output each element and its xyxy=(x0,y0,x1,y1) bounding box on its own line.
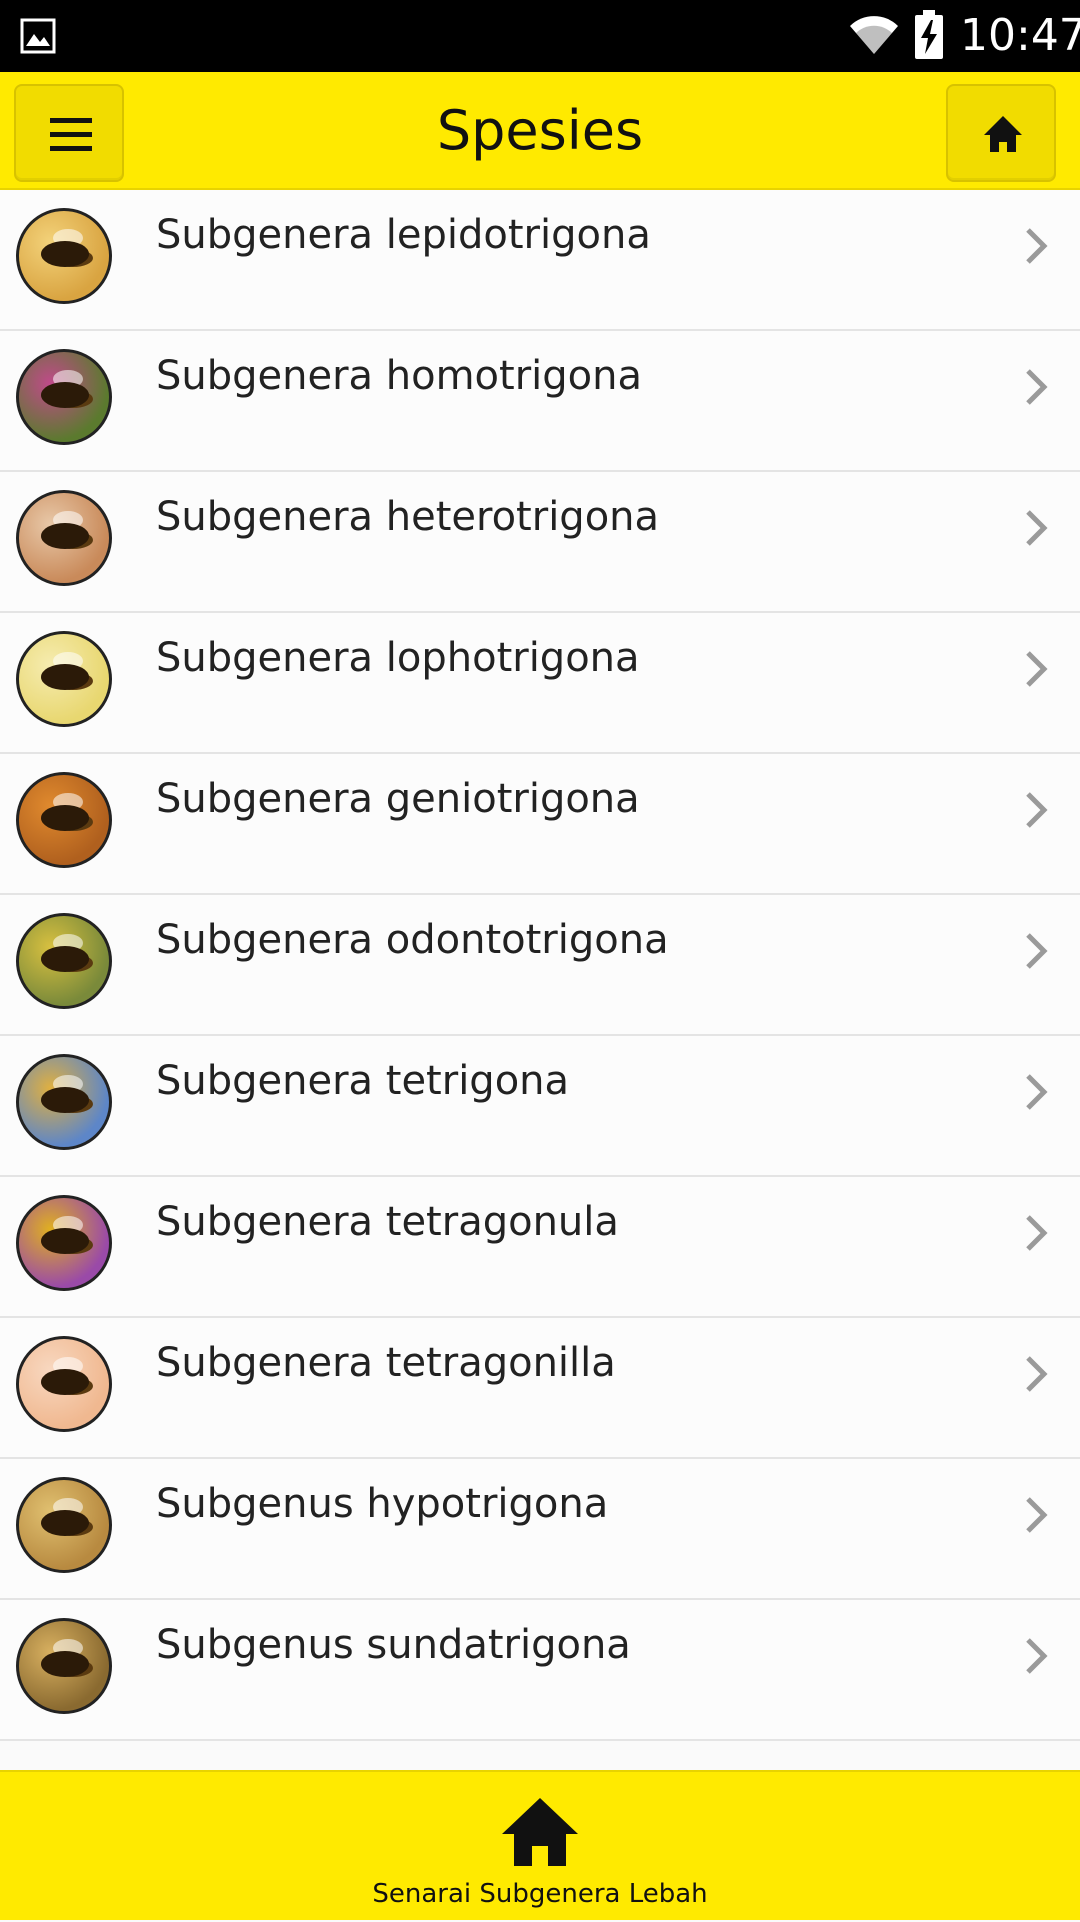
species-label: Subgenera lepidotrigona xyxy=(156,212,651,258)
chevron-right-icon xyxy=(1026,792,1048,828)
species-thumbnail xyxy=(16,1336,112,1432)
wifi-icon xyxy=(850,16,898,54)
chevron-right-icon xyxy=(1026,933,1048,969)
home-button[interactable] xyxy=(946,84,1056,182)
chevron-right-icon xyxy=(1026,1638,1048,1674)
battery-charging-icon xyxy=(915,10,943,59)
species-thumbnail xyxy=(16,1618,112,1714)
chevron-right-icon xyxy=(1026,1074,1048,1110)
species-label: Subgenera odontotrigona xyxy=(156,917,669,963)
species-thumbnail xyxy=(16,349,112,445)
species-thumbnail xyxy=(16,490,112,586)
species-thumbnail xyxy=(16,1477,112,1573)
chevron-right-icon xyxy=(1026,651,1048,687)
species-label: Subgenera heterotrigona xyxy=(156,494,660,540)
gallery-icon xyxy=(20,18,56,54)
species-list: Subgenera lepidotrigona Subgenera homotr… xyxy=(0,190,1080,1770)
species-label: Subgenera tetragonula xyxy=(156,1199,619,1245)
list-item[interactable]: Subgenera heterotrigona xyxy=(0,472,1080,613)
chevron-right-icon xyxy=(1026,510,1048,546)
list-item[interactable]: Subgenera geniotrigona xyxy=(0,754,1080,895)
species-thumbnail xyxy=(16,913,112,1009)
tab-label: Senarai Subgenera Lebah xyxy=(372,1879,708,1909)
status-clock: 10:47 xyxy=(960,10,1080,61)
list-item[interactable]: Subgenera lophotrigona xyxy=(0,613,1080,754)
list-item[interactable]: Subgenera tetragonilla xyxy=(0,1318,1080,1459)
species-thumbnail xyxy=(16,208,112,304)
list-item[interactable]: Subgenera tetragonula xyxy=(0,1177,1080,1318)
home-icon xyxy=(502,1798,578,1866)
chevron-right-icon xyxy=(1026,1215,1048,1251)
species-label: Subgenera geniotrigona xyxy=(156,776,640,822)
species-label: Subgenus hypotrigona xyxy=(156,1481,609,1527)
app-header: Spesies xyxy=(0,72,1080,190)
chevron-right-icon xyxy=(1026,1356,1048,1392)
list-item[interactable]: Subgenera odontotrigona xyxy=(0,895,1080,1036)
species-label: Subgenera tetrigona xyxy=(156,1058,570,1104)
species-label: Subgenus sundatrigona xyxy=(156,1622,631,1668)
species-label: Subgenera homotrigona xyxy=(156,353,642,399)
species-thumbnail xyxy=(16,1195,112,1291)
species-label: Subgenera lophotrigona xyxy=(156,635,640,681)
chevron-right-icon xyxy=(1026,1497,1048,1533)
list-item[interactable]: Subgenera lepidotrigona xyxy=(0,190,1080,331)
home-icon xyxy=(984,116,1022,152)
species-thumbnail xyxy=(16,1054,112,1150)
hamburger-menu-icon xyxy=(50,118,92,151)
bottom-bar: Senarai Subgenera Lebah xyxy=(0,1770,1080,1920)
species-thumbnail xyxy=(16,631,112,727)
species-thumbnail xyxy=(16,772,112,868)
page-title: Spesies xyxy=(436,99,644,162)
chevron-right-icon xyxy=(1026,228,1048,264)
subgenera-list-tab[interactable]: Senarai Subgenera Lebah xyxy=(340,1772,740,1922)
list-item[interactable]: Subgenera homotrigona xyxy=(0,331,1080,472)
menu-button[interactable] xyxy=(14,84,124,182)
list-item[interactable]: Subgenera tetrigona xyxy=(0,1036,1080,1177)
list-item[interactable]: Subgenus sundatrigona xyxy=(0,1600,1080,1741)
status-bar: 10:47 xyxy=(0,0,1080,72)
chevron-right-icon xyxy=(1026,369,1048,405)
species-label: Subgenera tetragonilla xyxy=(156,1340,616,1386)
list-item[interactable]: Subgenus hypotrigona xyxy=(0,1459,1080,1600)
